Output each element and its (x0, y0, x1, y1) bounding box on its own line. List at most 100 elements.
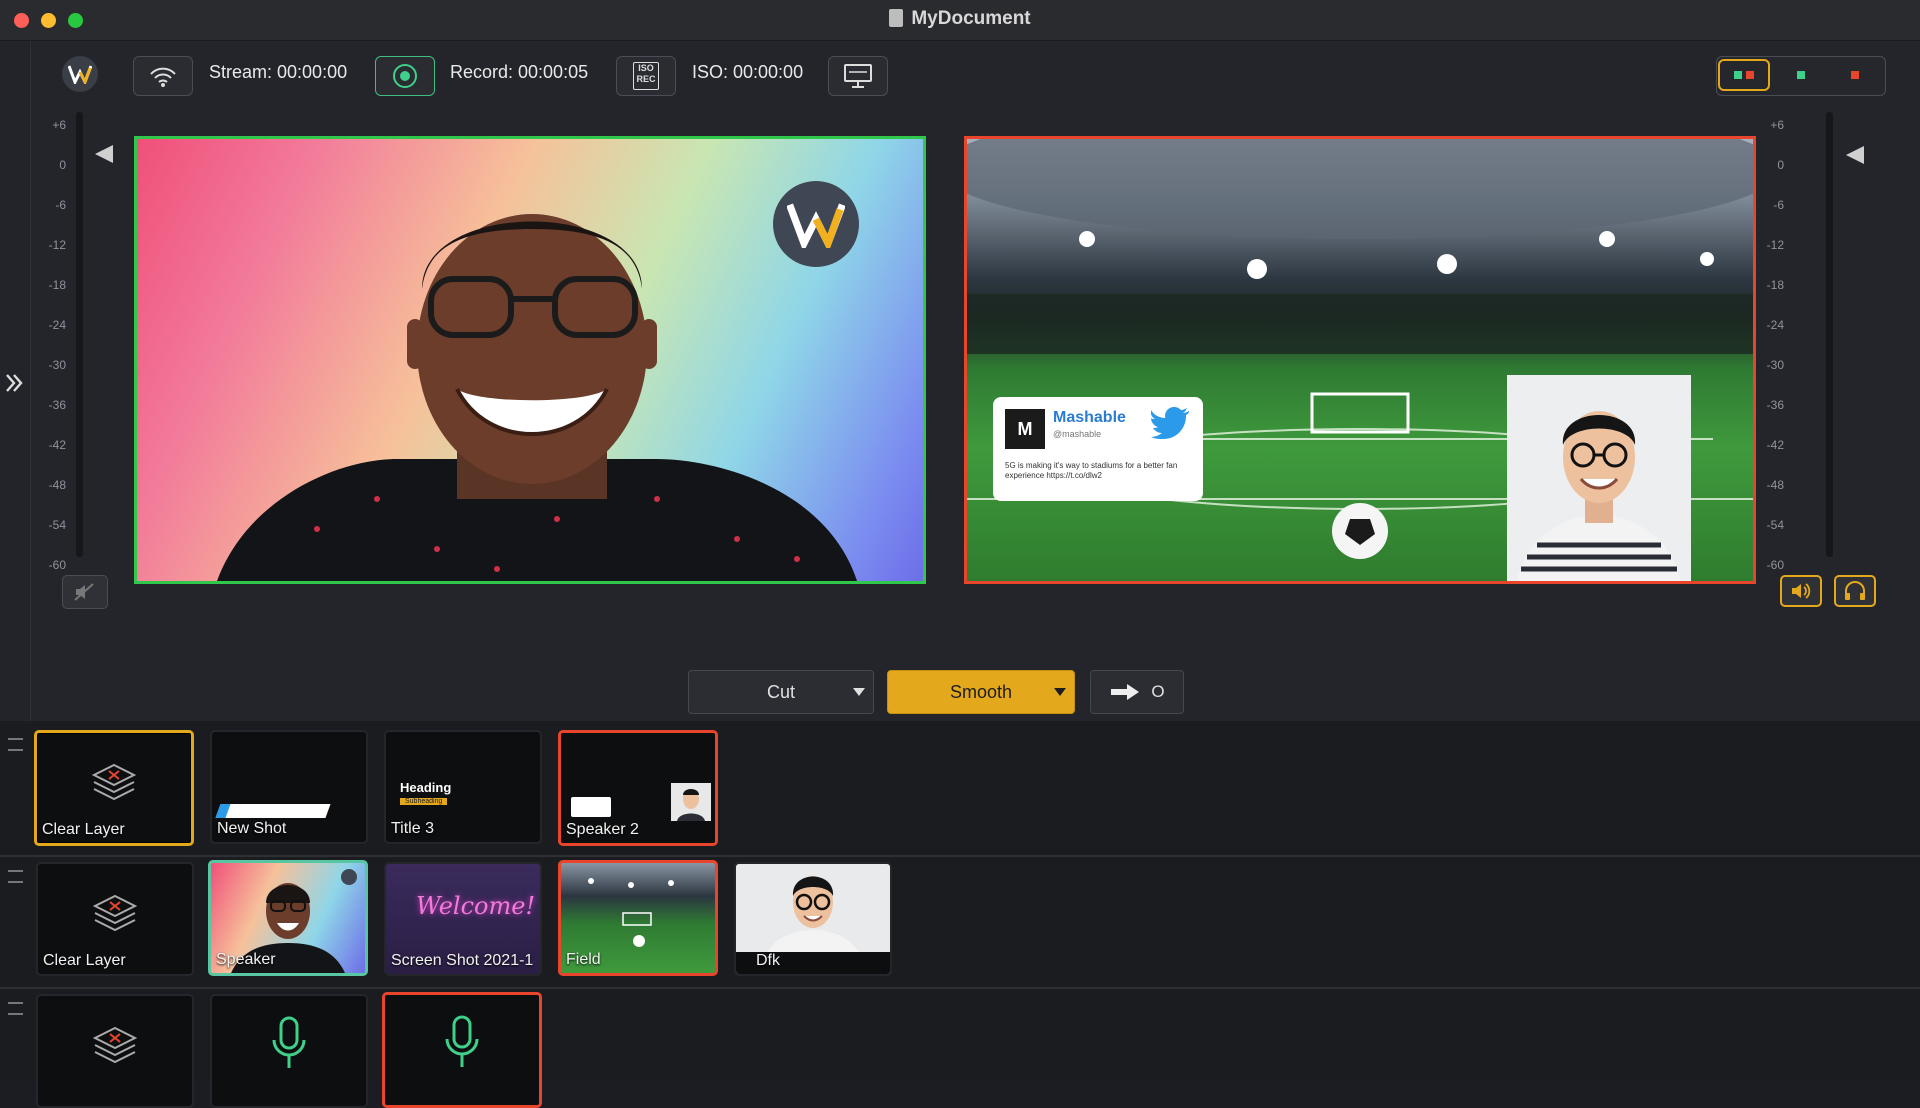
speaker-muted-icon (74, 583, 94, 601)
stream-timer: Stream: 00:00:00 (209, 62, 348, 82)
shot-label: Screen Shot 2021-1 (391, 952, 534, 969)
transition-cut-dropdown[interactable]: Cut (688, 670, 874, 714)
shot-label: New Shot (217, 820, 287, 837)
preview-square-icon (1797, 71, 1805, 79)
shot-tile-new-shot[interactable]: New Shot (210, 730, 368, 844)
shot-tile-clear-layer[interactable]: Clear Layer (36, 862, 194, 976)
record-icon (393, 64, 417, 88)
iso-rec-icon-text: ISO REC (636, 63, 656, 84)
shot-tile-dfk[interactable]: Dfk (734, 862, 892, 976)
audio-meter-left (76, 112, 83, 557)
transition-cut-label: Cut (766, 681, 795, 702)
meter-tick-label: -48 (48, 478, 66, 492)
shot-label: Clear Layer (43, 952, 126, 969)
window-titlebar: MyDocument (0, 0, 1920, 41)
volume-slider-handle-left[interactable] (95, 145, 113, 163)
record-timer: Record: 00:00:05 (450, 62, 589, 82)
tweet-card: M Mashable @mashable 5G is making it's w… (993, 397, 1203, 501)
chevron-down-icon (1054, 688, 1066, 696)
meter-tick-label: +6 (52, 118, 66, 132)
shot-label: Speaker (216, 951, 276, 968)
iso-rec-icon: ISO REC (633, 62, 659, 90)
audio-meter-scale-left: +6 0 -6 -12 -18 -24 -30 -36 -42 -48 -54 -60 (32, 105, 66, 585)
meter-tick-label: -24 (48, 318, 66, 332)
layer-divider (0, 855, 1920, 857)
live-monitor[interactable]: M Mashable @mashable 5G is making it's w… (964, 136, 1756, 584)
meter-tick-label: 0 (59, 158, 66, 172)
speaker2-portrait-image (1517, 411, 1681, 581)
mini-tweet-thumbnail (571, 797, 611, 817)
meter-tick-label: -42 (48, 438, 66, 452)
output-display-button[interactable] (828, 56, 888, 96)
live-square-icon (1851, 71, 1859, 79)
shot-tile-speaker-2[interactable]: Speaker 2 (558, 730, 718, 846)
live-square-icon (1746, 71, 1754, 79)
title-heading-text: Heading (400, 780, 452, 795)
window-title: MyDocument (911, 8, 1031, 29)
shot-tile-clear-layer[interactable] (36, 994, 194, 1108)
mini-speaker-thumbnail (671, 783, 711, 821)
shot-tile-clear-layer[interactable]: Clear Layer (34, 730, 194, 846)
clear-layer-icon (91, 763, 137, 801)
tweet-account-name: Mashable (1053, 409, 1126, 426)
double-chevron-right-icon (6, 374, 23, 392)
shot-tile-audio-live[interactable] (382, 992, 542, 1108)
meter-tick-label: -54 (48, 518, 66, 532)
window-title-wrap: MyDocument (0, 8, 1920, 30)
mini-person-image (677, 789, 705, 821)
go-transition-button[interactable]: O (1090, 670, 1184, 714)
shot-tile-speaker[interactable]: Speaker (208, 860, 368, 976)
expand-sidebar-button[interactable] (4, 371, 26, 401)
headphones-toggle-button[interactable] (1834, 575, 1876, 607)
shot-label: Clear Layer (42, 821, 125, 838)
meter-tick-label: -12 (48, 238, 66, 252)
live-speaker-inset (1507, 375, 1691, 581)
welcome-neon-sign: Welcome! (416, 892, 536, 920)
wirecast-logo-icon (68, 65, 92, 84)
headphones-icon (1845, 581, 1865, 600)
meter-tick-label: -60 (48, 558, 66, 572)
title-subheading-text: Subheading (400, 798, 448, 805)
meter-tick-label: -6 (55, 198, 66, 212)
twitter-bird-icon (1151, 407, 1189, 439)
layout-live-preview-button[interactable] (1718, 59, 1770, 91)
layer-drag-handle[interactable] (8, 870, 23, 883)
iso-record-button[interactable]: ISO REC (616, 56, 676, 96)
record-button[interactable] (375, 56, 435, 96)
shot-tile-audio[interactable] (210, 994, 368, 1108)
microphone-icon (445, 1015, 479, 1067)
speaker-icon (1792, 583, 1811, 599)
layout-live-only-button[interactable] (1831, 59, 1879, 91)
meter-tick-label: -36 (48, 398, 66, 412)
speaker-toggle-button[interactable] (1780, 575, 1822, 607)
layer-drag-handle[interactable] (8, 738, 23, 751)
preview-monitor[interactable] (134, 136, 926, 584)
shot-label: Title 3 (391, 820, 434, 837)
stream-button[interactable] (133, 56, 193, 96)
document-icon (889, 9, 904, 27)
layout-preview-only-button[interactable] (1777, 59, 1825, 91)
microphone-icon (272, 1016, 306, 1068)
wirecast-logo-icon (787, 203, 845, 248)
audio-meter-right (1826, 112, 1833, 557)
shot-label: Dfk (756, 952, 780, 969)
preview-logo-watermark (773, 181, 859, 267)
volume-slider-handle-right[interactable] (1846, 146, 1864, 164)
tweet-text: 5G is making it's way to stadiums for a … (1005, 461, 1178, 480)
left-rail (0, 41, 31, 721)
shot-tile-screen-shot[interactable]: Welcome! Screen Shot 2021-1 (384, 862, 542, 976)
clear-layer-icon (92, 894, 138, 932)
meter-tick-label: -30 (48, 358, 66, 372)
transition-smooth-label: Smooth (949, 681, 1013, 702)
layer-drag-handle[interactable] (8, 1002, 23, 1015)
shot-label: Field (566, 951, 601, 968)
shot-tile-title-3[interactable]: Heading Subheading Title 3 (384, 730, 542, 844)
preview-square-icon (1734, 71, 1742, 79)
monitor-icon (844, 64, 872, 88)
mute-preview-button[interactable] (62, 575, 108, 609)
layout-toggle-group (1716, 56, 1886, 96)
tweet-handle: @mashable (1053, 429, 1102, 439)
shot-tile-field[interactable]: Field (558, 860, 718, 976)
arrow-right-icon (1111, 684, 1140, 700)
transition-smooth-dropdown[interactable]: Smooth (887, 670, 1075, 714)
